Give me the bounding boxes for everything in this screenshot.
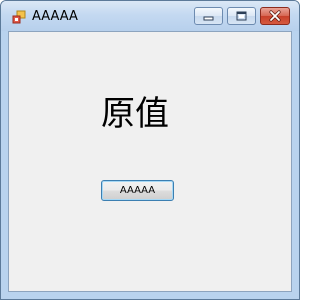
client-area: 原值 AAAAA bbox=[8, 31, 292, 292]
action-button[interactable]: AAAAA bbox=[101, 180, 174, 201]
minimize-button[interactable] bbox=[194, 7, 223, 25]
window-title: AAAAA bbox=[32, 9, 78, 24]
minimize-icon bbox=[203, 16, 214, 21]
close-button[interactable] bbox=[260, 7, 290, 25]
app-window: AAAAA 原值 AAAAA bbox=[0, 0, 300, 300]
original-value-label: 原值 bbox=[101, 94, 169, 134]
maximize-icon bbox=[236, 11, 247, 21]
maximize-button[interactable] bbox=[227, 7, 256, 25]
close-icon bbox=[269, 10, 281, 22]
app-icon bbox=[12, 10, 26, 24]
title-bar[interactable]: AAAAA bbox=[1, 1, 299, 31]
